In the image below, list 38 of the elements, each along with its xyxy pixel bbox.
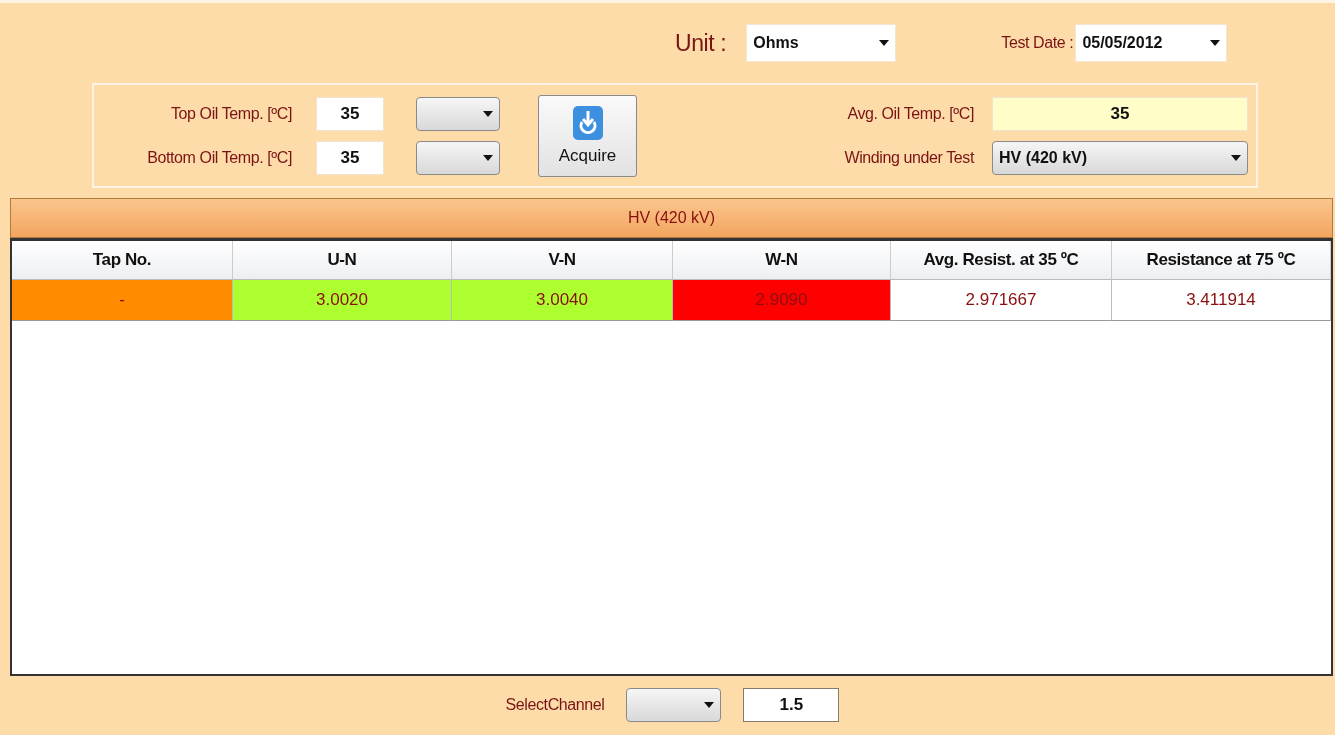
table-cell: - xyxy=(12,280,233,321)
sensor-dropdown[interactable] xyxy=(416,96,500,131)
acquire-button[interactable]: Acquire xyxy=(538,94,637,177)
caret-icon xyxy=(483,154,493,161)
avg-oil-temp-label: Avg. Oil Temp. [ºC] xyxy=(846,104,974,123)
sensor-dropdown[interactable] xyxy=(416,140,500,175)
caret-icon xyxy=(879,40,890,46)
grid-title-bar: HV (420 kV) xyxy=(10,198,1333,238)
test-date-label: Test Date : xyxy=(1001,34,1074,52)
caret-icon xyxy=(1231,154,1241,161)
winding-label: Winding under Test xyxy=(843,148,974,167)
table-cell: 3.0040 xyxy=(452,280,673,321)
unit-dropdown[interactable]: Ohms xyxy=(746,24,897,62)
temperature-field[interactable]: 35 xyxy=(316,140,384,175)
channel-field[interactable]: 1.5 xyxy=(743,688,840,722)
download-icon xyxy=(572,105,603,140)
select-channel-label: SelectChannel xyxy=(505,696,605,714)
temperature-label: Top Oil Temp. [ºC] xyxy=(169,104,292,123)
caret-icon xyxy=(704,702,715,708)
temperature-label: Bottom Oil Temp. [ºC] xyxy=(146,148,292,167)
column-header[interactable]: V-N xyxy=(452,241,673,280)
table-cell: 3.411914 xyxy=(1112,280,1331,321)
column-header[interactable]: Avg. Resist. at 35 ºC xyxy=(891,241,1112,280)
column-header[interactable]: U-N xyxy=(233,241,452,280)
test-date-picker[interactable]: 05/05/2012 xyxy=(1075,24,1228,62)
table-cell: 2.971667 xyxy=(891,280,1112,321)
caret-icon xyxy=(1210,40,1221,46)
table-cell: 2.9090 xyxy=(673,280,891,321)
winding-dropdown[interactable]: HV (420 kV) xyxy=(992,140,1248,175)
column-header[interactable]: Tap No. xyxy=(12,241,233,280)
avg-oil-temp-field: 35 xyxy=(992,96,1248,131)
caret-icon xyxy=(483,110,493,117)
column-header[interactable]: Resistance at 75 ºC xyxy=(1112,241,1331,280)
column-header[interactable]: W-N xyxy=(673,241,891,280)
unit-label: Unit : xyxy=(675,29,727,57)
table-cell: 3.0020 xyxy=(233,280,452,321)
channel-dropdown[interactable] xyxy=(626,688,722,722)
temperature-field[interactable]: 35 xyxy=(316,96,384,131)
